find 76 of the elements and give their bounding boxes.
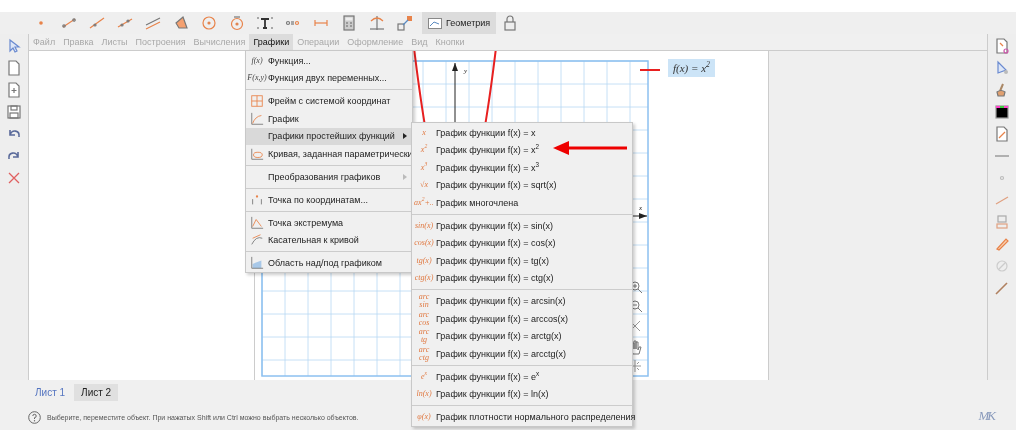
add-page-icon[interactable] (6, 82, 22, 98)
zoom-out-icon[interactable] (630, 300, 643, 313)
menu-item[interactable]: x График функции f(x) = x (412, 124, 632, 142)
document-icon[interactable] (994, 38, 1010, 54)
delete-icon[interactable] (6, 170, 22, 186)
menu-item[interactable]: √x График функции f(x) = sqrt(x) (412, 176, 632, 194)
function-glyph: sin(x) (414, 221, 434, 230)
pointer-icon[interactable] (994, 60, 1010, 76)
function-glyph: cos(x) (414, 239, 434, 248)
function-glyph: ln(x) (416, 390, 432, 399)
pen-icon[interactable] (994, 280, 1010, 296)
transform-icon[interactable] (397, 15, 413, 31)
menu-item[interactable]: Точка по координатам... (246, 191, 412, 209)
zoom-in-icon[interactable] (630, 281, 643, 294)
calculator-icon[interactable] (341, 15, 357, 31)
function-glyph: arc ctg (418, 345, 430, 362)
menu-item[interactable]: Преобразования графиков (246, 168, 412, 186)
function-glyph: √x (420, 181, 428, 190)
legend-line (639, 69, 661, 71)
segment-icon[interactable] (61, 15, 77, 31)
menu-icon (250, 94, 264, 109)
function-glyph: f(x) (251, 56, 263, 65)
menu-item[interactable]: ln(x) График функции f(x) = ln(x) (412, 385, 632, 403)
legend-formula: f(x) = x$^{2}$ (668, 59, 715, 77)
circle-icon[interactable] (201, 15, 217, 31)
function-glyph: tg(x) (416, 256, 432, 265)
help-icon[interactable] (28, 411, 41, 424)
function-glyph: ctg(x) (414, 274, 434, 283)
chart-window-icon (428, 17, 442, 29)
new-document-icon[interactable] (6, 60, 22, 76)
menu-icon (250, 111, 264, 126)
menu-item[interactable]: Фрейм с системой координат (246, 92, 412, 110)
stamp-icon[interactable] (994, 214, 1010, 230)
menu-item[interactable]: x$^{2}$ График функции f(x) = x$^{2}$ (412, 141, 632, 159)
ray-icon[interactable] (89, 15, 105, 31)
menu-item[interactable]: ctg(x) График функции f(x) = ctg(x) (412, 269, 632, 287)
menu-icon (250, 146, 264, 161)
function-glyph: x$^{2}$ (420, 146, 428, 155)
function-glyph: ax$^{2}$+.. (414, 198, 434, 207)
menu-icon (250, 215, 264, 230)
pointer-icon[interactable] (6, 38, 22, 54)
function-glyph: x (422, 128, 426, 137)
menu-item[interactable]: tg(x) График функции f(x) = tg(x) (412, 252, 632, 270)
menu-item[interactable]: x$^{3}$ График функции f(x) = x$^{3}$ (412, 159, 632, 177)
menu-item[interactable]: e$^{x}$ График функции f(x) = e$^{x}$ (412, 368, 632, 386)
menu-item[interactable]: ax$^{2}$+.. График многочлена (412, 194, 632, 212)
menu-item[interactable]: Точка экстремума (246, 214, 412, 232)
polygon-icon[interactable] (173, 15, 189, 31)
document-edit-icon[interactable] (994, 126, 1010, 142)
function-glyph: e$^{x}$ (420, 372, 427, 381)
function-glyph: F(x,y) (247, 74, 267, 83)
menu-item[interactable]: F(x,y)Функция двух переменных... (246, 69, 412, 87)
lock-icon[interactable] (502, 15, 519, 31)
color-palette-icon[interactable] (994, 104, 1010, 120)
function-glyph: φ(x) (417, 413, 431, 422)
sheet-tab[interactable]: Лист 2 (74, 384, 119, 401)
menu-item[interactable]: sin(x) График функции f(x) = sin(x) (412, 217, 632, 235)
text-tool-icon[interactable] (257, 15, 273, 31)
menu-item[interactable]: График (246, 110, 412, 128)
menu-item[interactable]: f(x) Функция... (246, 52, 412, 70)
menu-item[interactable]: Графики простейших функций (246, 127, 412, 145)
menu-icon (250, 256, 264, 271)
circle-icon[interactable] (229, 15, 245, 31)
axes-icon[interactable] (369, 15, 385, 31)
mode-button[interactable]: Геометрия (422, 12, 497, 34)
menu-item[interactable]: cos(x) График функции f(x) = cos(x) (412, 234, 632, 252)
menu-item[interactable]: Область над/под графиком (246, 254, 412, 272)
menu-bar-item[interactable]: Графики (249, 34, 294, 50)
parallel-lines-icon[interactable] (145, 15, 161, 31)
function-glyph: x$^{3}$ (420, 163, 428, 172)
sheet-tab[interactable]: Лист 1 (28, 384, 73, 401)
pencil-icon[interactable] (994, 236, 1010, 252)
save-icon[interactable] (6, 104, 22, 120)
menu-item[interactable]: Касательная к кривой (246, 231, 412, 249)
logo: MK (978, 408, 994, 424)
menu-item[interactable]: Кривая, заданная параметрически (246, 145, 412, 163)
